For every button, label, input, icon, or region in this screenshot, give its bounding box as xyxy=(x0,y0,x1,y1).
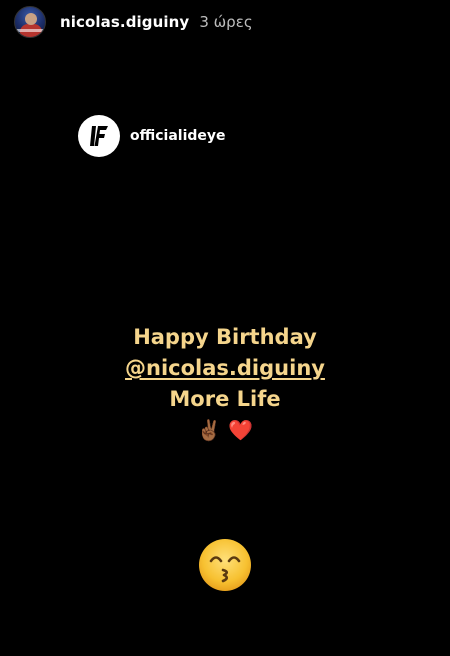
avatar[interactable] xyxy=(14,6,46,38)
story-timestamp: 3 ώρες xyxy=(199,13,253,31)
avatar-stripe-shape xyxy=(15,29,45,32)
kissing-smiling-eyes-emoji-icon xyxy=(199,539,251,591)
avatar-head-shape xyxy=(25,13,37,25)
caption-line-message: More Life xyxy=(169,387,281,411)
story-caption: Happy Birthday @nicolas.diguiny More Lif… xyxy=(0,322,450,415)
caption-mention-link[interactable]: @nicolas.diguiny xyxy=(125,356,325,380)
caption-line-greeting: Happy Birthday xyxy=(133,325,317,349)
mention-sticker[interactable]: officialideye xyxy=(78,115,226,157)
caption-line-mention: @nicolas.diguiny xyxy=(0,353,450,384)
story-header: nicolas.diguiny 3 ώρες xyxy=(14,5,253,39)
story-viewer[interactable]: nicolas.diguiny 3 ώρες officialideye Hap… xyxy=(0,0,450,656)
brand-logo-icon xyxy=(78,115,120,157)
emoji-face-shape xyxy=(199,539,251,591)
ideye-logo-icon xyxy=(90,126,108,146)
story-username[interactable]: nicolas.diguiny xyxy=(60,13,189,31)
mention-username: officialideye xyxy=(130,128,226,144)
caption-emoji-row: ✌🏾 ❤️ xyxy=(196,418,254,442)
